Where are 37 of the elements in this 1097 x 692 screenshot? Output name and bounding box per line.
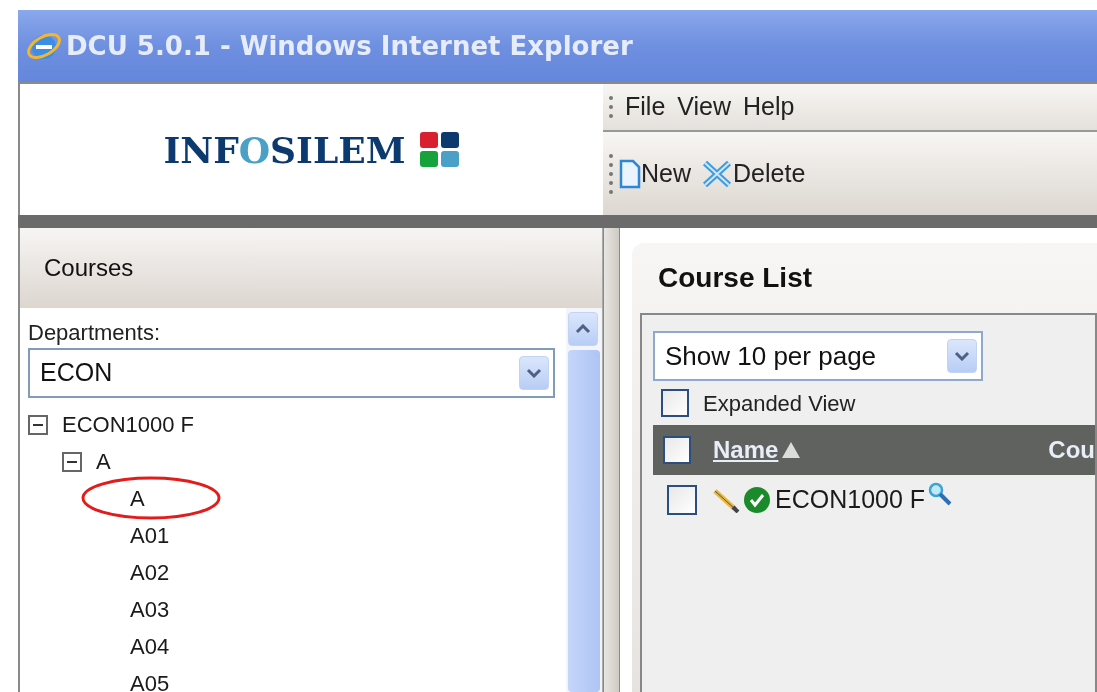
sort-ascending-icon [780,440,803,460]
checkbox[interactable] [661,389,689,417]
search-icon[interactable] [927,481,954,508]
pencil-icon[interactable] [711,487,741,513]
scrollbar[interactable] [566,308,602,692]
tree-item[interactable]: A02 [130,560,170,585]
checkbox-label: Expanded View [703,389,856,418]
cross-icon [701,158,733,189]
column-header[interactable]: Name [713,432,803,468]
panel-title: Courses [44,253,134,283]
department-select[interactable]: ECON [28,348,555,398]
tree-item[interactable]: A [96,449,111,474]
tree-item[interactable]: A01 [130,523,170,548]
menu-item[interactable]: Help [737,88,801,126]
delete-button[interactable]: Delete [701,154,806,193]
document-icon [619,158,641,189]
collapse-icon[interactable] [62,451,82,472]
tree-item[interactable]: A [130,486,145,511]
column-header[interactable]: Cou [1048,432,1095,468]
course-name[interactable]: ECON1000 F [775,481,926,519]
field-label: Departments: [28,320,162,346]
select-all-checkbox[interactable] [663,436,691,464]
page-size-select[interactable]: Show 10 per page [653,331,983,381]
new-button[interactable]: New [619,154,691,193]
tree-item[interactable]: A05 [130,671,170,692]
menu-item[interactable]: View [671,88,738,126]
tree-item[interactable]: A04 [130,634,170,659]
tree-item[interactable]: ECON1000 F [62,412,195,437]
tree-item[interactable]: A03 [130,597,170,622]
window-title: DCU 5.0.1 - Windows Internet Explorer [66,29,633,63]
splitter-bar[interactable] [603,228,620,692]
panel-title: Course List [658,261,813,295]
company-logo: INFOSILEM [163,122,460,177]
collapse-icon[interactable] [28,414,48,435]
row-checkbox[interactable] [667,485,697,515]
menu-item[interactable]: File [619,88,672,126]
scroll-up-icon[interactable] [568,312,598,346]
